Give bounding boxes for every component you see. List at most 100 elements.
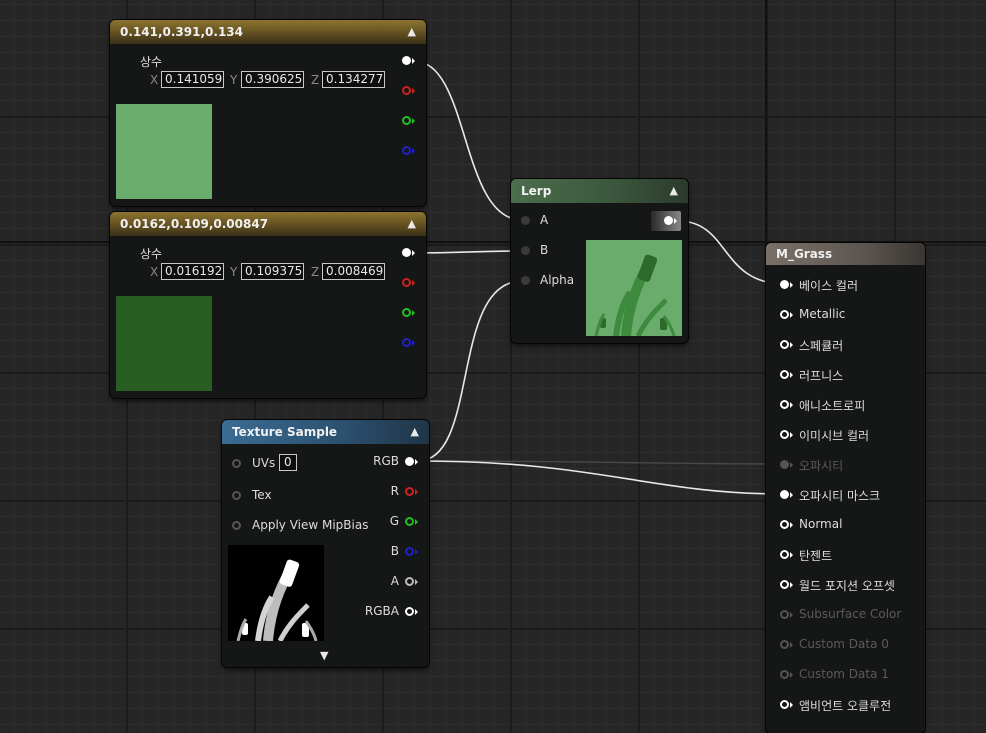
wire-const1-to-lerp-a	[413, 60, 523, 221]
chevron-up-icon[interactable]: ▲	[408, 20, 416, 44]
input-pin-alpha-label: Alpha	[540, 273, 575, 287]
pin-arrow-icon	[415, 549, 418, 555]
pin-arrow-icon	[415, 579, 418, 585]
output-pin-g[interactable]	[402, 308, 411, 317]
output-pin-r[interactable]	[402, 278, 411, 287]
material-input-pin	[780, 670, 789, 679]
material-input-pin[interactable]	[780, 310, 789, 319]
lerp-node[interactable]: Lerp ▲ A B Alpha	[511, 179, 688, 343]
input-pin-a-label: A	[540, 213, 549, 227]
color-preview-swatch	[116, 296, 212, 391]
pin-arrow-icon	[415, 459, 418, 465]
material-input-pin[interactable]	[780, 580, 789, 589]
input-pin-apply-view-mipbias-label: Apply View MipBias	[252, 518, 369, 532]
material-input-pin[interactable]	[780, 430, 789, 439]
pin-arrow-icon	[674, 218, 677, 224]
constant3-node-1-label: 상수	[140, 55, 163, 69]
input-pin-uvs-label: UVs	[252, 456, 276, 470]
y-value-field[interactable]: 0.390625	[241, 71, 304, 88]
output-pin-rgb[interactable]	[402, 56, 411, 65]
output-pin-g[interactable]	[405, 517, 414, 526]
output-pin-rgb[interactable]	[402, 248, 411, 257]
constant3-node-2-header[interactable]: 0.0162,0.109,0.00847 ▲	[110, 212, 426, 236]
uvs-index-field[interactable]: 0	[279, 454, 297, 471]
output-pin[interactable]	[664, 216, 673, 225]
lerp-node-header[interactable]: Lerp ▲	[511, 179, 688, 203]
texture-sample-node-header[interactable]: Texture Sample ▲	[222, 420, 429, 444]
pin-arrow-icon	[412, 88, 415, 94]
output-pin-rgba[interactable]	[405, 607, 414, 616]
material-input-pin-label: 이미시브 컬러	[799, 429, 870, 443]
chevron-up-icon[interactable]: ▲	[411, 420, 419, 444]
y-value-field[interactable]: 0.109375	[241, 263, 304, 280]
material-input-pin[interactable]	[780, 700, 789, 709]
input-pin-b[interactable]	[521, 246, 530, 255]
material-input-pin	[780, 460, 789, 469]
pin-arrow-icon	[790, 522, 793, 528]
output-pin-b[interactable]	[402, 338, 411, 347]
material-input-pin[interactable]	[780, 550, 789, 559]
material-input-pin-label: 오파시티 마스크	[799, 489, 881, 503]
material-input-pin-label: 앰비언트 오클루전	[799, 699, 892, 713]
pin-arrow-icon	[790, 372, 793, 378]
output-pin-a-label: A	[390, 574, 399, 588]
material-input-pin[interactable]	[780, 400, 789, 409]
material-result-node-header[interactable]: M_Grass	[766, 243, 925, 265]
output-pin-a[interactable]	[405, 577, 414, 586]
constant3-node-2-label: 상수	[140, 247, 163, 261]
x-value-field[interactable]: 0.016192	[161, 263, 224, 280]
input-pin-tex[interactable]	[232, 491, 241, 500]
output-pin-r[interactable]	[405, 487, 414, 496]
material-input-pin-label: Metallic	[799, 307, 846, 321]
pin-arrow-icon	[790, 492, 793, 498]
material-input-pin[interactable]	[780, 370, 789, 379]
texture-sample-node[interactable]: Texture Sample ▲ UVs 0 Tex Apply View Mi…	[222, 420, 429, 667]
output-pin-b[interactable]	[402, 146, 411, 155]
pin-arrow-icon	[790, 432, 793, 438]
x-axis-label: X	[150, 73, 159, 87]
chevron-up-icon[interactable]: ▲	[408, 212, 416, 236]
pin-arrow-icon	[415, 489, 418, 495]
material-input-pin[interactable]	[780, 280, 789, 289]
pin-arrow-icon	[790, 312, 793, 318]
output-pin-g[interactable]	[402, 116, 411, 125]
pin-arrow-icon	[415, 609, 418, 615]
x-value-field[interactable]: 0.141059	[161, 71, 224, 88]
z-value-field[interactable]: 0.008469	[322, 263, 385, 280]
z-axis-label: Z	[311, 73, 320, 87]
z-value-field[interactable]: 0.134277	[322, 71, 385, 88]
z-axis-label: Z	[311, 265, 320, 279]
output-pin-b[interactable]	[405, 547, 414, 556]
constant3-node-2[interactable]: 0.0162,0.109,0.00847 ▲ 상수 X 0.016192 Y 0…	[110, 212, 426, 398]
pin-arrow-icon	[412, 250, 415, 256]
pin-arrow-icon	[790, 552, 793, 558]
input-pin-apply-view-mipbias[interactable]	[232, 521, 241, 530]
input-pin-alpha[interactable]	[521, 276, 530, 285]
material-input-pin-label: 베이스 컬러	[799, 279, 859, 293]
material-input-pin-label: Custom Data 0	[799, 637, 889, 651]
output-pin-g-label: G	[389, 514, 399, 528]
output-pin-b-label: B	[390, 544, 399, 558]
material-input-pin-label: 애니소트로피	[799, 399, 866, 413]
material-input-pin[interactable]	[780, 340, 789, 349]
pin-arrow-icon	[412, 118, 415, 124]
lerp-node-title: Lerp	[521, 184, 552, 198]
input-pin-a[interactable]	[521, 216, 530, 225]
material-input-pin-label: 러프니스	[799, 369, 844, 383]
output-pin-rgb[interactable]	[405, 457, 414, 466]
material-input-pin[interactable]	[780, 520, 789, 529]
texture-sample-node-title: Texture Sample	[232, 425, 338, 439]
material-result-node-title: M_Grass	[776, 247, 833, 261]
constant3-node-2-title: 0.0162,0.109,0.00847	[120, 217, 269, 231]
y-axis-label: Y	[230, 73, 238, 87]
constant3-node-1[interactable]: 0.141,0.391,0.134 ▲ 상수 X 0.141059 Y 0.39…	[110, 20, 426, 206]
material-input-pin-label: 오파시티	[799, 459, 844, 473]
material-result-node[interactable]: M_Grass 베이스 컬러 Metallic 스페큘러 러프니스 애니소트로피 이미시브…	[766, 243, 925, 733]
input-pin-uvs[interactable]	[232, 459, 241, 468]
material-input-pin[interactable]	[780, 490, 789, 499]
chevron-up-icon[interactable]: ▲	[670, 179, 678, 203]
color-preview-swatch	[116, 104, 212, 199]
constant3-node-1-header[interactable]: 0.141,0.391,0.134 ▲	[110, 20, 426, 44]
chevron-down-icon[interactable]: ▼	[320, 649, 328, 662]
output-pin-r[interactable]	[402, 86, 411, 95]
